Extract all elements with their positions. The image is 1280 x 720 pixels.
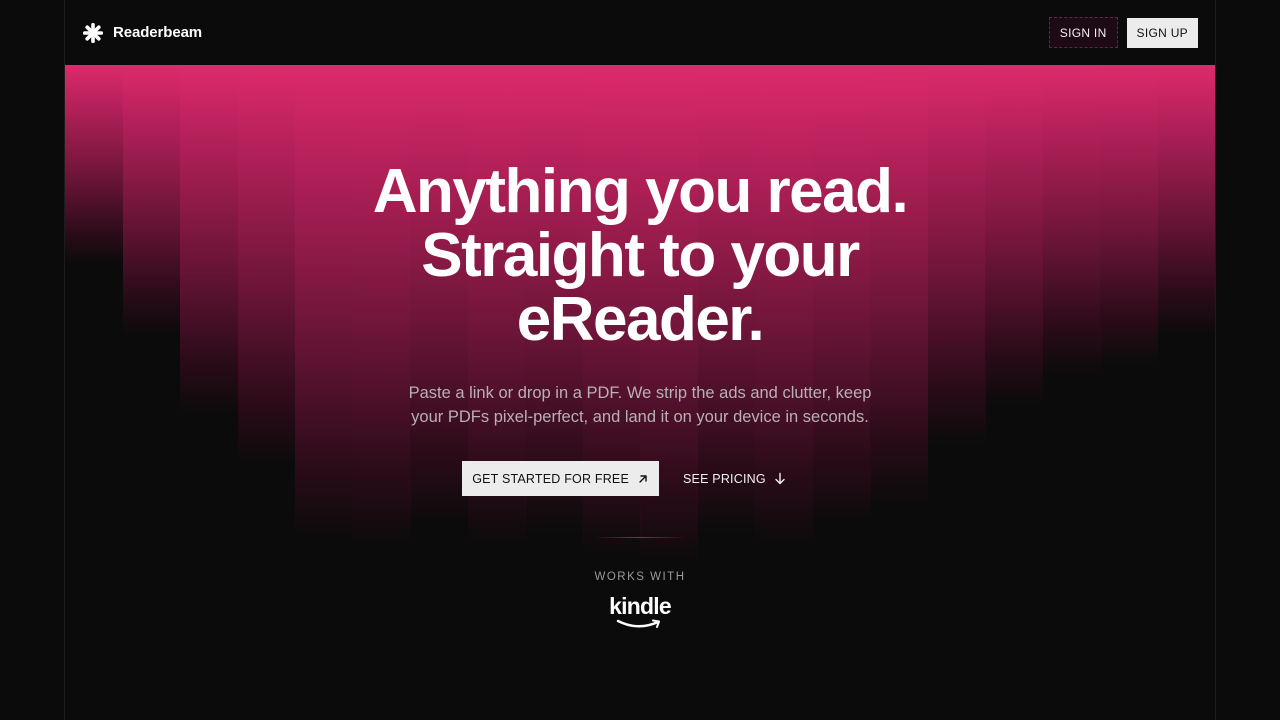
sign-up-button[interactable]: SIGN UP bbox=[1126, 17, 1198, 48]
arrow-down-icon bbox=[775, 472, 785, 485]
brand[interactable]: Readerbeam bbox=[82, 22, 202, 44]
see-pricing-button[interactable]: SEE PRICING bbox=[673, 461, 796, 496]
frame-line-right bbox=[1215, 0, 1216, 720]
works-with-label: WORKS WITH bbox=[594, 571, 686, 583]
kindle-logo-text: kindle bbox=[609, 593, 671, 619]
get-started-label: GET STARTED FOR FREE bbox=[472, 471, 629, 486]
arrow-up-right-icon bbox=[639, 474, 647, 483]
get-started-button[interactable]: GET STARTED FOR FREE bbox=[462, 461, 659, 496]
subtext-line: Paste a link or drop in a PDF. We strip … bbox=[408, 384, 872, 402]
section-divider bbox=[594, 537, 686, 538]
kindle-logo: kindle bbox=[605, 593, 675, 637]
hero-subtext: Paste a link or drop in a PDF. We strip … bbox=[65, 381, 1215, 429]
headline-line: Anything you read. bbox=[372, 157, 909, 226]
brand-name: Readerbeam bbox=[113, 24, 203, 41]
see-pricing-label: SEE PRICING bbox=[683, 471, 766, 486]
hero-headline: Anything you read. Straight to your eRea… bbox=[65, 160, 1215, 352]
cta-row: GET STARTED FOR FREE SEE PRICING bbox=[65, 461, 1215, 496]
hero-section: Anything you read. Straight to your eRea… bbox=[65, 65, 1215, 720]
subtext-line: your PDFs pixel-perfect, and land it on … bbox=[411, 408, 869, 426]
asterisk-logo-icon bbox=[83, 22, 103, 43]
auth-actions: SIGN IN SIGN UP bbox=[1048, 17, 1198, 48]
sign-in-button[interactable]: SIGN IN bbox=[1048, 17, 1118, 48]
amazon-smile-icon bbox=[616, 619, 660, 628]
headline-line: Straight to your bbox=[421, 221, 860, 290]
headline-line: eReader. bbox=[516, 285, 765, 354]
top-navbar: Readerbeam SIGN IN SIGN UP bbox=[65, 0, 1215, 65]
